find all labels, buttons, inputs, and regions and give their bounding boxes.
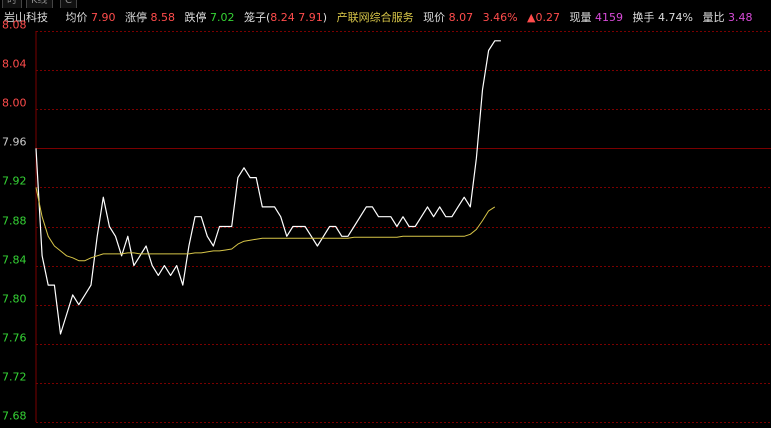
y-tick-label: 7.92 [2, 175, 27, 188]
y-tick-label: 8.08 [2, 19, 27, 32]
intraday-chart[interactable]: 8.08 8.04 8.00 7.96 7.92 7.88 7.84 7.80 7.76 7.72… [0, 0, 771, 428]
y-tick-label: 7.96 [2, 136, 27, 149]
avg-price-line [35, 187, 496, 262]
y-tick-label: 7.76 [2, 332, 27, 345]
y-tick-label: 7.72 [2, 371, 27, 384]
y-tick-label: 8.00 [2, 97, 27, 110]
y-tick-label: 7.88 [2, 215, 27, 228]
y-tick-label: 8.04 [2, 58, 27, 71]
y-tick-label: 7.68 [2, 410, 27, 423]
y-tick-label: 7.84 [2, 254, 27, 267]
y-tick-label: 7.80 [2, 293, 27, 306]
